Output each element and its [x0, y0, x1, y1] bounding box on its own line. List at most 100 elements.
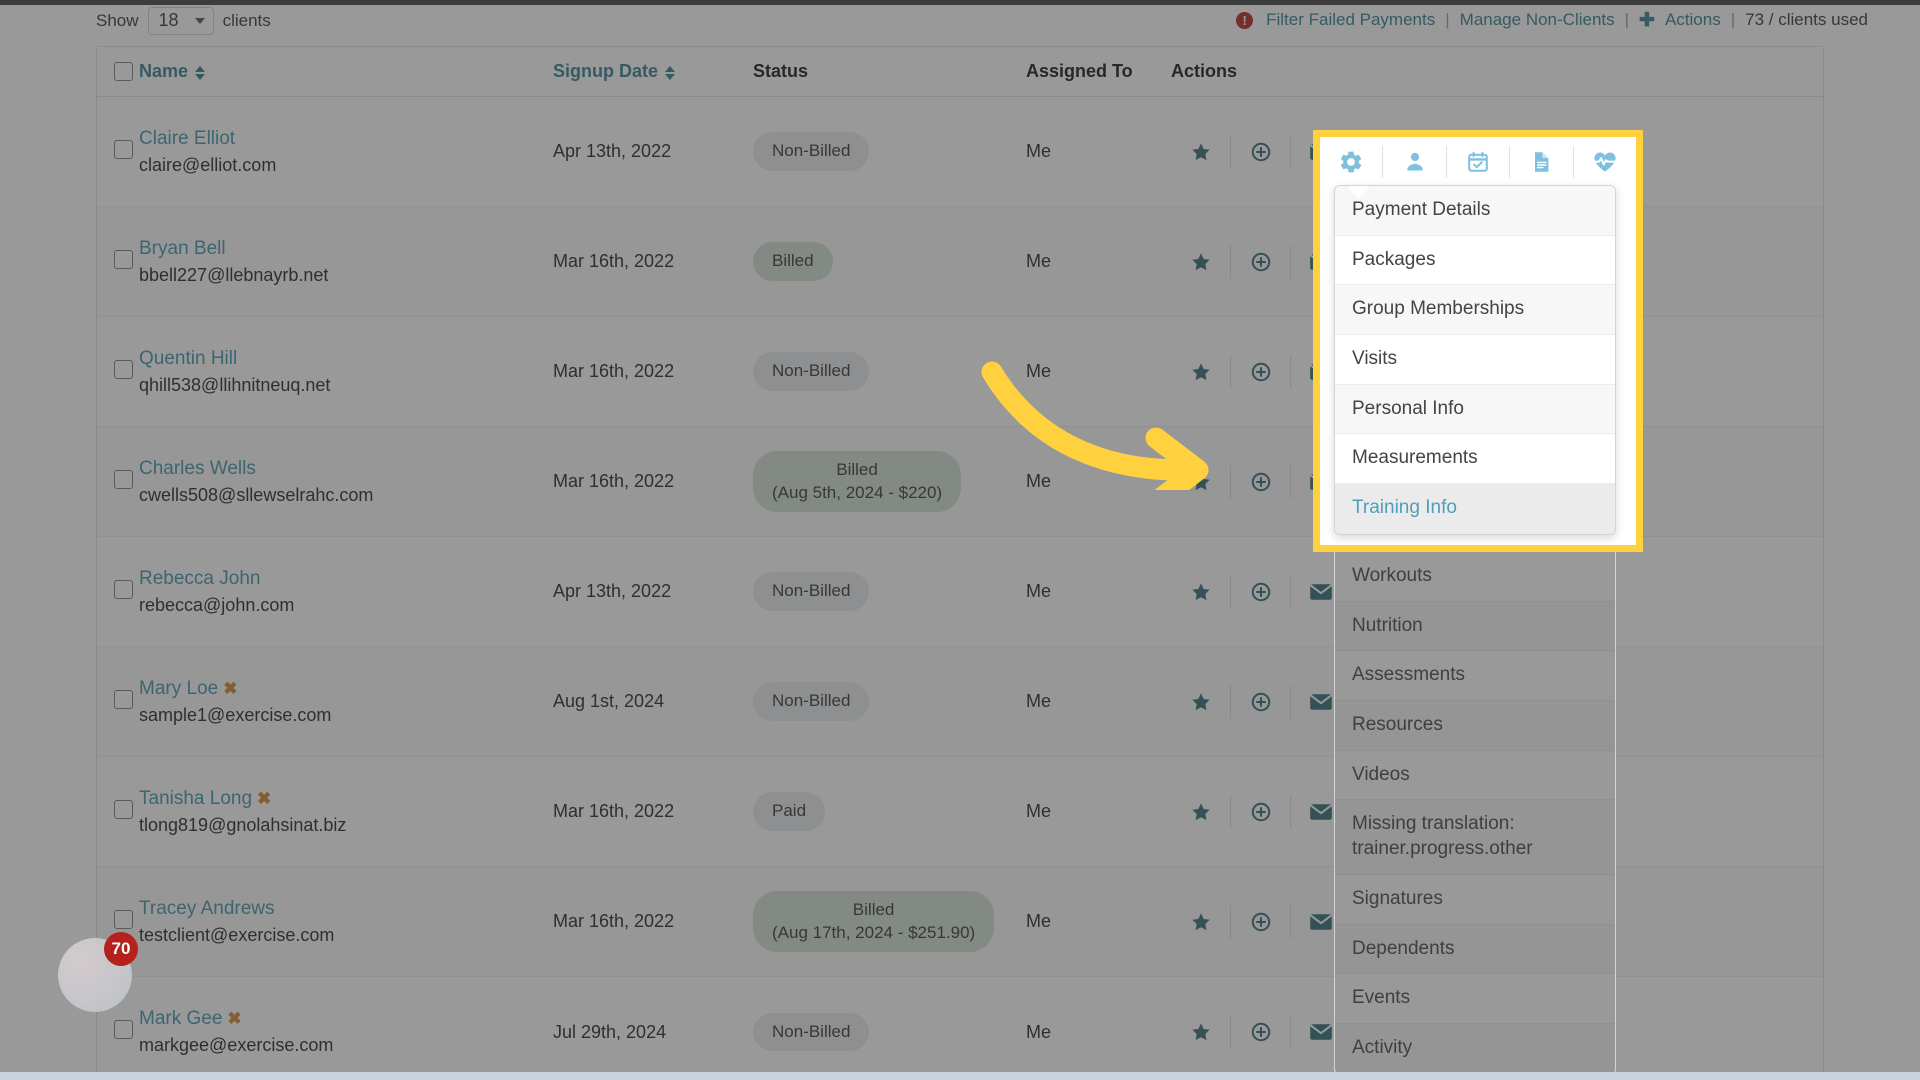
- chat-widget[interactable]: 70: [58, 932, 138, 1012]
- client-email: qhill538@llihnitneuq.net: [139, 374, 331, 395]
- client-email: sample1@exercise.com: [139, 704, 332, 725]
- widget-unread-badge: 70: [104, 932, 138, 966]
- row-checkbox[interactable]: [114, 359, 133, 379]
- context-menu-item[interactable]: Videos: [1335, 750, 1615, 801]
- context-menu-item[interactable]: Group Memberships: [1335, 285, 1615, 336]
- clients-label: clients: [222, 11, 271, 30]
- context-menu-item[interactable]: Signatures: [1335, 874, 1615, 925]
- column-header-name[interactable]: Name: [139, 61, 553, 82]
- status-cell: Non-Billed: [753, 572, 1026, 611]
- actions-link[interactable]: Actions: [1665, 10, 1721, 30]
- star-icon[interactable]: [1171, 904, 1231, 939]
- document-icon[interactable]: [1510, 146, 1574, 178]
- context-menu-item[interactable]: Workouts: [1335, 552, 1615, 602]
- context-menu-item[interactable]: Visits: [1335, 335, 1615, 385]
- client-icon-toolbar: [1320, 137, 1636, 187]
- flag-x-icon: ✖: [223, 678, 238, 698]
- row-select-cell: [97, 469, 139, 494]
- client-context-menu[interactable]: Payment Details Packages Group Memberships…: [1334, 185, 1616, 535]
- context-menu-lower-section[interactable]: Workouts Nutrition Assessments Resources Vid…: [1334, 552, 1616, 1075]
- row-checkbox[interactable]: [114, 139, 133, 159]
- star-icon[interactable]: [1171, 684, 1231, 719]
- star-icon[interactable]: [1171, 354, 1231, 389]
- status-badge: Non-Billed: [753, 352, 870, 391]
- context-menu-item[interactable]: Personal Info: [1335, 384, 1615, 435]
- star-icon[interactable]: [1171, 244, 1231, 279]
- client-name-link[interactable]: Charles Wells: [139, 458, 553, 480]
- show-count-select[interactable]: 18: [147, 7, 214, 35]
- context-menu-item[interactable]: Events: [1335, 974, 1615, 1024]
- separator: |: [1730, 9, 1736, 29]
- context-menu-item[interactable]: Resources: [1335, 701, 1615, 751]
- assigned-to-cell: Me: [1026, 691, 1052, 711]
- plus-circle-icon[interactable]: [1231, 354, 1291, 389]
- sort-arrows-icon[interactable]: [195, 65, 206, 80]
- row-checkbox[interactable]: [114, 689, 133, 709]
- row-select-cell: [97, 579, 139, 604]
- row-checkbox[interactable]: [114, 909, 133, 929]
- client-name-link[interactable]: Mary Loe ✖: [139, 678, 553, 700]
- row-checkbox[interactable]: [114, 1020, 133, 1039]
- row-checkbox[interactable]: [114, 249, 133, 269]
- column-header-status: Status: [753, 61, 809, 81]
- star-icon[interactable]: [1171, 794, 1231, 829]
- plus-circle-icon[interactable]: [1231, 134, 1291, 169]
- alert-icon: !: [1236, 12, 1254, 29]
- client-name-link[interactable]: Claire Elliot: [139, 128, 553, 150]
- client-name-link[interactable]: Bryan Bell: [139, 238, 553, 260]
- context-menu-item[interactable]: Missing translation: trainer.progress.ot…: [1335, 800, 1615, 875]
- assigned-to-cell: Me: [1026, 911, 1052, 931]
- row-checkbox[interactable]: [114, 469, 133, 489]
- context-menu-item[interactable]: Measurements: [1335, 434, 1615, 485]
- star-icon[interactable]: [1171, 1015, 1231, 1049]
- client-name-cell: Claire Elliot claire@elliot.com: [139, 128, 553, 176]
- client-name-link[interactable]: Quentin Hill: [139, 348, 553, 370]
- star-icon[interactable]: [1171, 464, 1231, 499]
- plus-circle-icon[interactable]: [1231, 1015, 1291, 1049]
- row-checkbox[interactable]: [114, 579, 133, 599]
- client-name-link[interactable]: Rebecca John: [139, 568, 553, 590]
- status-badge-sub: (Aug 17th, 2024 - $251.90): [772, 922, 976, 942]
- filter-failed-payments-link[interactable]: Filter Failed Payments: [1266, 10, 1435, 30]
- row-select-cell: [97, 359, 139, 384]
- plus-circle-icon[interactable]: [1231, 684, 1291, 719]
- client-email: tlong819@gnolahsinat.biz: [139, 814, 347, 835]
- context-menu-item[interactable]: Payment Details: [1335, 186, 1615, 236]
- assigned-to-cell: Me: [1026, 1021, 1052, 1042]
- person-icon[interactable]: [1383, 146, 1447, 178]
- client-name-link[interactable]: Tanisha Long ✖: [139, 788, 553, 810]
- plus-circle-icon[interactable]: [1231, 904, 1291, 939]
- context-menu-item[interactable]: Packages: [1335, 235, 1615, 286]
- plus-circle-icon[interactable]: [1231, 244, 1291, 279]
- context-menu-item[interactable]: Training Info: [1335, 484, 1615, 534]
- context-menu-item[interactable]: Activity: [1335, 1023, 1615, 1074]
- context-menu-item[interactable]: Assessments: [1335, 651, 1615, 702]
- gear-icon[interactable]: [1320, 146, 1384, 178]
- heartbeat-icon[interactable]: [1574, 146, 1636, 178]
- column-header-signup-date[interactable]: Signup Date: [553, 61, 753, 82]
- table-toolbar: Show 18 clients ! Filter Failed Payments…: [0, 5, 1920, 39]
- context-menu-item[interactable]: Nutrition: [1335, 601, 1615, 652]
- sort-arrows-icon[interactable]: [665, 65, 676, 80]
- star-icon[interactable]: [1171, 134, 1231, 169]
- row-checkbox[interactable]: [114, 799, 133, 819]
- assigned-to-cell: Me: [1026, 251, 1052, 271]
- plus-circle-icon[interactable]: [1231, 464, 1291, 499]
- client-name-link[interactable]: Tracey Andrews: [139, 898, 553, 920]
- status-cell: Paid: [753, 792, 1026, 831]
- context-menu-item[interactable]: Dependents: [1335, 924, 1615, 975]
- select-all-checkbox[interactable]: [114, 62, 133, 81]
- plus-circle-icon[interactable]: [1231, 794, 1291, 829]
- flag-x-icon: ✖: [257, 788, 272, 808]
- calendar-check-icon[interactable]: [1447, 146, 1511, 178]
- star-icon[interactable]: [1171, 574, 1231, 609]
- client-name-link[interactable]: Mark Gee ✖: [139, 1008, 553, 1030]
- status-badge: Billed (Aug 17th, 2024 - $251.90): [753, 890, 995, 953]
- plus-circle-icon[interactable]: [1231, 574, 1291, 609]
- chevron-down-icon: [194, 17, 205, 24]
- assigned-to-cell: Me: [1026, 361, 1052, 381]
- show-count-value: 18: [158, 10, 179, 30]
- assigned-to-cell: Me: [1026, 581, 1052, 601]
- manage-non-clients-link[interactable]: Manage Non-Clients: [1460, 10, 1615, 30]
- client-name-cell: Charles Wells cwells508@sllewselrahc.com: [139, 458, 553, 506]
